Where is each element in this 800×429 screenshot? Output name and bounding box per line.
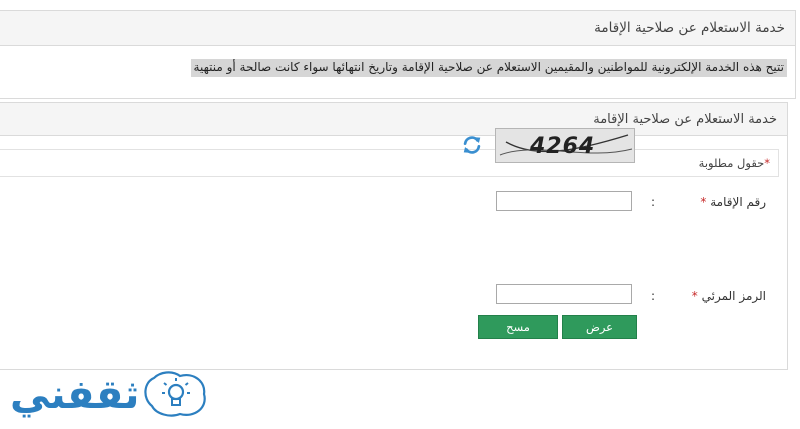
inquiry-form-panel: خدمة الاستعلام عن صلاحية الإقامة * حقول … (0, 102, 788, 370)
logo-text: ثقفني (10, 372, 140, 418)
service-info-panel: خدمة الاستعلام عن صلاحية الإقامة تتيح هذ… (0, 10, 796, 99)
service-info-title: خدمة الاستعلام عن صلاحية الإقامة (594, 20, 785, 36)
iqama-number-label: رقم الإقامة * (700, 195, 766, 209)
service-info-header: خدمة الاستعلام عن صلاحية الإقامة (0, 11, 795, 46)
iqama-number-label-text: رقم الإقامة (710, 195, 766, 209)
captcha-colon: : (651, 289, 656, 303)
clear-button[interactable]: مسح (478, 315, 558, 339)
inquiry-form-title: خدمة الاستعلام عن صلاحية الإقامة (593, 111, 777, 127)
required-fields-note: * حقول مطلوبة (0, 149, 779, 177)
captcha-image: 4264 (495, 128, 635, 163)
submit-button[interactable]: عرض (562, 315, 637, 339)
refresh-captcha-icon[interactable] (461, 134, 483, 156)
lightbulb-icon (144, 371, 206, 417)
captcha-text: 4264 (530, 134, 596, 159)
service-description: تتيح هذه الخدمة الإلكترونية للمواطنين وا… (190, 59, 787, 77)
captcha-code-input[interactable] (496, 284, 632, 304)
thaqafni-logo: ثقفني (10, 368, 210, 426)
captcha-code-label: الرمز المرئي * (692, 289, 766, 303)
iqama-number-input[interactable] (496, 191, 632, 211)
iqama-required-star: * (700, 195, 707, 209)
iqama-colon: : (651, 195, 656, 209)
captcha-required-star: * (691, 289, 698, 303)
required-note-text: حقول مطلوبة (698, 156, 765, 170)
required-star: * (764, 156, 770, 170)
inquiry-form-header: خدمة الاستعلام عن صلاحية الإقامة (0, 103, 787, 136)
captcha-code-label-text: الرمز المرئي (701, 289, 766, 303)
